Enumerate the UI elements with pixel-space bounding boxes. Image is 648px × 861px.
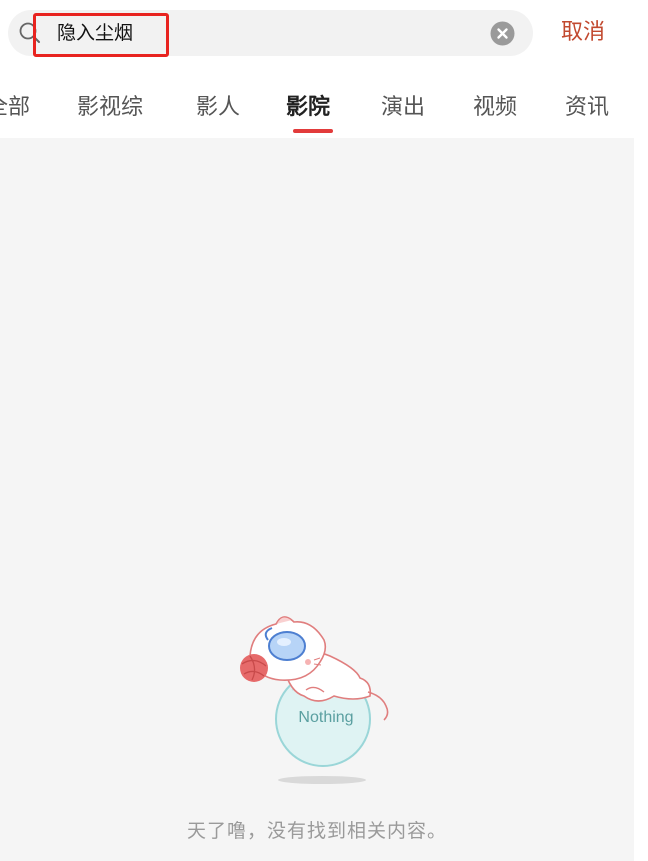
- empty-cat-illustration: [240, 616, 389, 784]
- tab-shows[interactable]: 演出: [381, 91, 425, 125]
- search-header: 隐入尘烟 取消: [0, 0, 648, 66]
- tab-people[interactable]: 影人: [196, 91, 240, 125]
- search-input[interactable]: 隐入尘烟: [8, 10, 533, 57]
- results-area: Nothing 天了噜，没有找到相关内容。: [0, 138, 634, 861]
- tab-cinemas[interactable]: 影院: [286, 91, 330, 125]
- clear-icon[interactable]: [490, 21, 515, 46]
- category-tabs: 全部 影视综 影人 影院 演出 视频 资讯: [0, 66, 648, 138]
- tab-all[interactable]: 全部: [0, 91, 30, 125]
- nothing-label: Nothing: [298, 709, 354, 726]
- tab-film-tv-variety[interactable]: 影视综: [77, 91, 143, 125]
- cancel-button[interactable]: 取消: [548, 16, 618, 50]
- tab-videos[interactable]: 视频: [473, 91, 517, 125]
- active-tab-indicator: [293, 129, 333, 133]
- tab-news[interactable]: 资讯: [565, 91, 609, 125]
- search-query-text: 隐入尘烟: [57, 22, 134, 44]
- empty-state-message: 天了噜，没有找到相关内容。: [186, 820, 447, 842]
